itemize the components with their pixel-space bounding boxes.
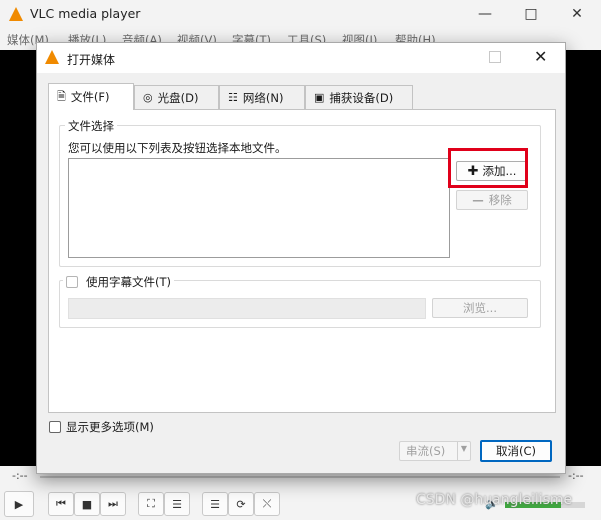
file-selection-label: 文件选择 bbox=[65, 118, 117, 134]
dialog-maximize-button bbox=[489, 51, 501, 63]
file-list[interactable] bbox=[68, 158, 450, 258]
next-icon: ⏭ bbox=[108, 497, 118, 510]
tab-capture-label: 捕获设备(D) bbox=[329, 90, 394, 105]
subtitle-checkbox-row[interactable]: 使用字幕文件(T) bbox=[63, 274, 174, 290]
tab-file-label: 文件(F) bbox=[70, 90, 110, 104]
subtitle-checkbox-label: 使用字幕文件(T) bbox=[86, 275, 171, 289]
tab-disc[interactable]: ◎ 光盘(D) bbox=[134, 85, 219, 109]
previous-icon: ⏮ bbox=[56, 497, 66, 510]
elapsed-time: -:-- bbox=[12, 469, 28, 482]
minimize-button[interactable]: — bbox=[462, 0, 508, 28]
tab-network[interactable]: ☷ 网络(N) bbox=[219, 85, 305, 109]
fullscreen-button[interactable]: ⛶ bbox=[138, 492, 164, 516]
stop-button[interactable]: ■ bbox=[74, 492, 100, 516]
more-options-label: 显示更多选项(M) bbox=[66, 420, 154, 434]
next-button[interactable]: ⏭ bbox=[100, 492, 126, 516]
playlist-icon: ☰ bbox=[210, 497, 220, 511]
stream-label: 串流(S) bbox=[406, 444, 446, 458]
playlist-button[interactable]: ☰ bbox=[202, 492, 228, 516]
loop-button[interactable]: ⟳ bbox=[228, 492, 254, 516]
file-icon: 🗎 bbox=[57, 89, 66, 103]
subtitle-file-input[interactable] bbox=[68, 298, 426, 319]
vlc-titlebar: VLC media player — □ ✕ bbox=[0, 0, 601, 28]
browse-label: 浏览... bbox=[463, 301, 497, 315]
watermark-text: CSDN @huangleilisme bbox=[416, 492, 573, 508]
extended-settings-button[interactable]: ☰ bbox=[164, 492, 190, 516]
minus-icon: — bbox=[472, 193, 484, 207]
chevron-down-icon[interactable]: ▼ bbox=[461, 444, 467, 453]
stream-button[interactable]: 串流(S) ▼ bbox=[399, 441, 471, 461]
tab-disc-label: 光盘(D) bbox=[157, 90, 199, 105]
dialog-title: 打开媒体 bbox=[67, 53, 116, 67]
disc-icon: ◎ bbox=[143, 91, 153, 104]
more-options-row[interactable]: 显示更多选项(M) bbox=[49, 419, 154, 435]
dialog-titlebar: 打开媒体 ✕ bbox=[37, 43, 565, 73]
dialog-close-button[interactable]: ✕ bbox=[534, 47, 547, 66]
loop-icon: ⟳ bbox=[236, 497, 246, 511]
vlc-logo-icon bbox=[9, 7, 23, 21]
play-icon: ▶ bbox=[14, 497, 24, 511]
tab-capture-device[interactable]: ▣ 捕获设备(D) bbox=[305, 85, 413, 109]
shuffle-button[interactable]: ⤬ bbox=[254, 492, 280, 516]
vlc-logo-icon bbox=[45, 50, 59, 64]
remaining-time: -:-- bbox=[568, 469, 584, 482]
cancel-button[interactable]: 取消(C) bbox=[480, 440, 552, 462]
seek-slider[interactable] bbox=[40, 476, 560, 478]
previous-button[interactable]: ⏮ bbox=[48, 492, 74, 516]
open-media-dialog: 打开媒体 ✕ 🗎 文件(F) ◎ 光盘(D) ☷ 网络(N) ▣ 捕获设备(D)… bbox=[36, 42, 566, 474]
equalizer-icon: ☰ bbox=[172, 497, 182, 511]
stop-icon: ■ bbox=[81, 497, 93, 511]
close-button[interactable]: ✕ bbox=[554, 0, 600, 28]
subtitle-checkbox[interactable] bbox=[66, 276, 78, 288]
vlc-window-title: VLC media player bbox=[30, 6, 141, 21]
remove-file-label: 移除 bbox=[488, 193, 512, 207]
tab-file[interactable]: 🗎 文件(F) bbox=[48, 83, 134, 110]
fullscreen-icon: ⛶ bbox=[147, 497, 155, 510]
more-options-checkbox[interactable] bbox=[49, 421, 61, 433]
split-divider bbox=[457, 442, 458, 460]
tab-network-label: 网络(N) bbox=[242, 90, 284, 105]
play-button[interactable]: ▶ bbox=[4, 491, 34, 517]
maximize-button[interactable]: □ bbox=[508, 0, 554, 28]
cancel-label: 取消(C) bbox=[495, 444, 536, 458]
highlight-box bbox=[448, 148, 528, 188]
capture-icon: ▣ bbox=[314, 91, 325, 104]
file-selection-hint: 您可以使用以下列表及按钮选择本地文件。 bbox=[68, 141, 287, 155]
browse-button[interactable]: 浏览... bbox=[432, 298, 528, 318]
shuffle-icon: ⤬ bbox=[262, 497, 272, 510]
remove-file-button[interactable]: — 移除 bbox=[456, 190, 528, 210]
network-icon: ☷ bbox=[228, 91, 238, 104]
